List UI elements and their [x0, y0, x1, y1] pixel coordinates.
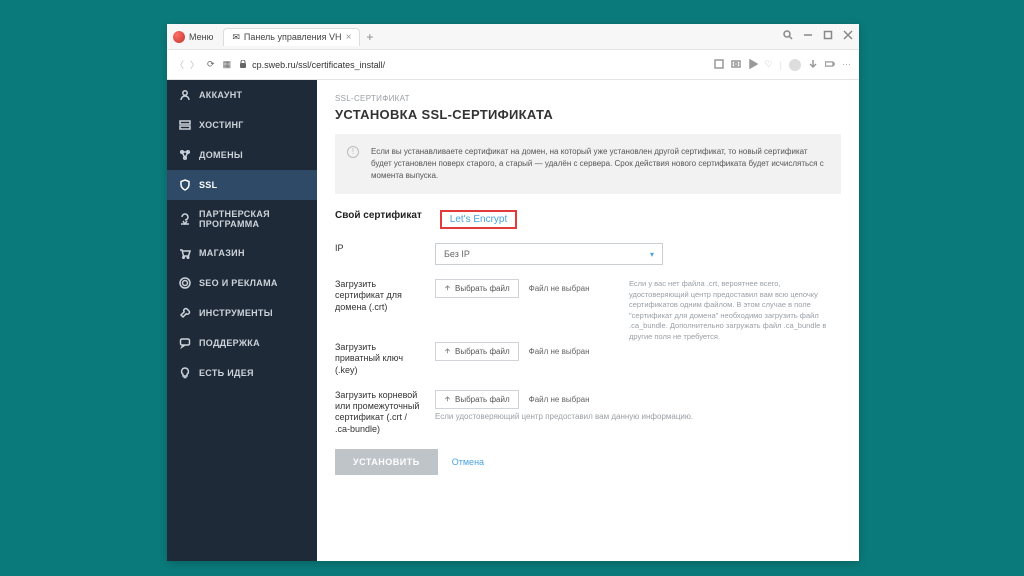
bundle-file-status: Файл не выбран — [529, 395, 590, 404]
tab-lets-encrypt[interactable]: Let's Encrypt — [440, 210, 518, 229]
crt-file-status: Файл не выбран — [529, 284, 590, 293]
key-label: Загрузить приватный ключ (.key) — [335, 342, 421, 376]
sidebar-item-seo[interactable]: SEO И РЕКЛАМА — [167, 268, 317, 298]
info-banner: ! Если вы устанавливаете сертификат на д… — [335, 134, 841, 194]
sidebar-item-support[interactable]: ПОДДЕРЖКА — [167, 328, 317, 358]
sidebar-item-idea[interactable]: ЕСТЬ ИДЕЯ — [167, 358, 317, 388]
browser-menu[interactable]: Меню — [189, 32, 213, 42]
page-title: УСТАНОВКА SSL-СЕРТИФИКАТА — [335, 107, 841, 122]
info-icon: ! — [347, 146, 359, 158]
breadcrumb: SSL-СЕРТИФИКАТ — [335, 94, 841, 103]
minimize-icon[interactable] — [803, 30, 813, 43]
sidebar-label: АККАУНТ — [199, 90, 242, 100]
reload-icon[interactable]: ⟳ — [207, 59, 215, 70]
sidebar: АККАУНТ ХОСТИНГ ДОМЕНЫ SSL ПАРТНЕРСКАЯ П… — [167, 80, 317, 561]
sidebar-label: SEO И РЕКЛАМА — [199, 278, 278, 288]
url-text: cp.sweb.ru/ssl/certificates_install/ — [252, 60, 385, 70]
sidebar-label: ДОМЕНЫ — [199, 150, 243, 160]
menu-dots-icon[interactable]: ⋯ — [842, 59, 851, 70]
sidebar-label: МАГАЗИН — [199, 248, 245, 258]
content-area: SSL-СЕРТИФИКАТ УСТАНОВКА SSL-СЕРТИФИКАТА… — [317, 80, 859, 561]
lock-icon — [239, 60, 247, 70]
tab-own-cert[interactable]: Свой сертификат — [335, 210, 422, 229]
heart-icon[interactable]: ♡ — [765, 59, 773, 70]
camera-icon[interactable] — [731, 59, 741, 71]
new-tab-button[interactable]: + — [366, 30, 373, 44]
sidebar-label: ХОСТИНГ — [199, 120, 244, 130]
sidebar-item-domains[interactable]: ДОМЕНЫ — [167, 140, 317, 170]
crt-helper-text: Если у вас нет файла .crt, вероятнее все… — [629, 279, 841, 342]
key-file-button[interactable]: Выбрать файл — [435, 342, 519, 361]
info-text: Если вы устанавливаете сертификат на дом… — [371, 147, 824, 180]
bundle-file-button[interactable]: Выбрать файл — [435, 390, 519, 409]
ip-select[interactable]: Без IP ▾ — [435, 243, 663, 265]
tab-title: Панель управления VH — [244, 32, 342, 42]
maximize-icon[interactable] — [823, 30, 833, 43]
sidebar-label: ПАРТНЕРСКАЯ ПРОГРАММА — [199, 209, 305, 229]
ip-value: Без IP — [444, 249, 470, 259]
crt-label: Загрузить сертификат для домена (.crt) — [335, 279, 421, 313]
sidebar-item-account[interactable]: АККАУНТ — [167, 80, 317, 110]
back-icon[interactable]: 〈 — [175, 58, 184, 71]
close-window-icon[interactable] — [843, 30, 853, 43]
sidebar-label: ЕСТЬ ИДЕЯ — [199, 368, 254, 378]
download-icon[interactable] — [808, 59, 818, 71]
browser-addressbar: 〈 〉 ⟳ ▦ cp.sweb.ru/ssl/certificates_inst… — [167, 50, 859, 80]
battery-icon[interactable] — [825, 59, 835, 71]
ip-label: IP — [335, 243, 421, 254]
close-icon[interactable]: × — [346, 32, 352, 43]
opera-logo-icon — [173, 31, 185, 43]
bundle-label: Загрузить корневой или промежуточный сер… — [335, 390, 421, 435]
sidebar-item-ssl[interactable]: SSL — [167, 170, 317, 200]
bundle-helper-text: Если удостоверяющий центр предоставил ва… — [435, 411, 693, 422]
tab-icon: ✉ — [232, 32, 240, 43]
sidebar-label: ПОДДЕРЖКА — [199, 338, 260, 348]
crt-file-button[interactable]: Выбрать файл — [435, 279, 519, 298]
cancel-link[interactable]: Отмена — [452, 457, 484, 467]
key-file-status: Файл не выбран — [529, 347, 590, 356]
sidebar-item-partner[interactable]: ПАРТНЕРСКАЯ ПРОГРАММА — [167, 200, 317, 238]
sidebar-item-tools[interactable]: ИНСТРУМЕНТЫ — [167, 298, 317, 328]
sidebar-label: ИНСТРУМЕНТЫ — [199, 308, 273, 318]
play-icon[interactable] — [748, 59, 758, 71]
search-icon[interactable] — [783, 30, 793, 43]
browser-tab[interactable]: ✉ Панель управления VH × — [223, 28, 360, 46]
sidebar-item-hosting[interactable]: ХОСТИНГ — [167, 110, 317, 140]
chevron-down-icon: ▾ — [650, 250, 654, 259]
sidebar-label: SSL — [199, 180, 217, 190]
sidebar-item-shop[interactable]: МАГАЗИН — [167, 238, 317, 268]
speed-dial-icon[interactable]: ▦ — [223, 59, 232, 70]
avatar-icon[interactable] — [789, 59, 801, 71]
browser-tabstrip: Меню ✉ Панель управления VH × + — [167, 24, 859, 50]
url-display[interactable]: cp.sweb.ru/ssl/certificates_install/ — [239, 60, 385, 70]
forward-icon[interactable]: 〉 — [190, 58, 199, 71]
extension-icon[interactable] — [714, 59, 724, 71]
install-button[interactable]: УСТАНОВИТЬ — [335, 449, 438, 475]
